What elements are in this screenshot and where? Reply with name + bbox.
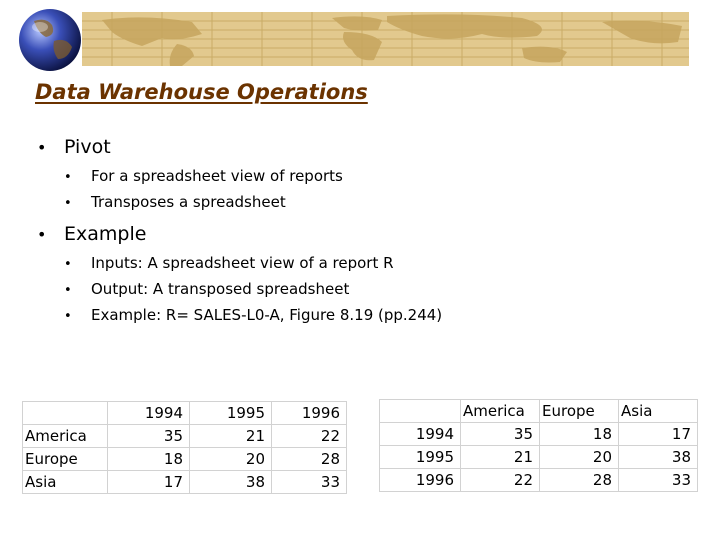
bullet-list: • Pivot • For a spreadsheet view of repo…: [37, 135, 687, 329]
page-title: Data Warehouse Operations: [35, 80, 368, 104]
table-row: Europe 18 20 28: [22, 447, 347, 471]
header-cell: 1994: [107, 401, 190, 425]
value-cell: 20: [189, 447, 272, 471]
header-cell: 1996: [271, 401, 347, 425]
value-cell: 21: [189, 424, 272, 448]
value-cell: 38: [618, 445, 698, 469]
sub-bullet: • Output: A transposed spreadsheet: [37, 277, 687, 303]
table-row: 1995 21 20 38: [379, 445, 698, 469]
value-cell: 38: [189, 470, 272, 494]
table-row: Asia 17 38 33: [22, 470, 347, 494]
value-cell: 22: [460, 468, 540, 492]
sub-bullet-text: Transposes a spreadsheet: [91, 193, 286, 211]
table-row: 1996 22 28 33: [379, 468, 698, 492]
transposed-spreadsheet-table: America Europe Asia 1994 35 18 17 1995 2…: [379, 399, 698, 492]
value-cell: 28: [539, 468, 619, 492]
globe-icon: [16, 7, 84, 73]
value-cell: 18: [539, 422, 619, 446]
bullet-text: Pivot: [64, 136, 111, 158]
world-map-banner: [82, 12, 689, 66]
value-cell: 21: [460, 445, 540, 469]
bullet-marker: •: [64, 309, 72, 324]
table-header-row: 1994 1995 1996: [22, 401, 347, 425]
row-label-cell: America: [22, 424, 108, 448]
bullet-pivot: • Pivot: [37, 135, 687, 160]
header-cell: [379, 399, 461, 423]
header-cell: Europe: [539, 399, 619, 423]
original-spreadsheet-table: 1994 1995 1996 America 35 21 22 Europe 1…: [22, 401, 347, 494]
bullet-marker: •: [64, 283, 72, 298]
row-label-cell: 1996: [379, 468, 461, 492]
sub-bullet-text: Output: A transposed spreadsheet: [91, 280, 350, 298]
sub-bullet-text: For a spreadsheet view of reports: [91, 167, 343, 185]
value-cell: 18: [107, 447, 190, 471]
table-row: 1994 35 18 17: [379, 422, 698, 446]
sub-bullet: • Example: R= SALES-L0-A, Figure 8.19 (p…: [37, 303, 687, 329]
value-cell: 35: [107, 424, 190, 448]
sub-bullet: • For a spreadsheet view of reports: [37, 164, 687, 190]
value-cell: 20: [539, 445, 619, 469]
row-label-cell: 1994: [379, 422, 461, 446]
value-cell: 33: [271, 470, 347, 494]
bullet-marker: •: [37, 225, 47, 244]
value-cell: 33: [618, 468, 698, 492]
table-row: America 35 21 22: [22, 424, 347, 448]
bullet-marker: •: [64, 257, 72, 272]
sub-bullet-text: Inputs: A spreadsheet view of a report R: [91, 254, 394, 272]
sub-bullet: • Transposes a spreadsheet: [37, 190, 687, 216]
header-cell: Asia: [618, 399, 698, 423]
header-cell: [22, 401, 108, 425]
sub-bullet: • Inputs: A spreadsheet view of a report…: [37, 251, 687, 277]
value-cell: 22: [271, 424, 347, 448]
sub-bullet-text: Example: R= SALES-L0-A, Figure 8.19 (pp.…: [91, 306, 443, 324]
bullet-text: Example: [64, 223, 147, 245]
header-cell: 1995: [189, 401, 272, 425]
row-label-cell: Europe: [22, 447, 108, 471]
bullet-marker: •: [64, 170, 72, 185]
header-cell: America: [460, 399, 540, 423]
bullet-marker: •: [64, 196, 72, 211]
row-label-cell: Asia: [22, 470, 108, 494]
table-header-row: America Europe Asia: [379, 399, 698, 423]
row-label-cell: 1995: [379, 445, 461, 469]
value-cell: 17: [107, 470, 190, 494]
value-cell: 17: [618, 422, 698, 446]
bullet-example: • Example: [37, 222, 687, 247]
bullet-marker: •: [37, 138, 47, 157]
value-cell: 28: [271, 447, 347, 471]
value-cell: 35: [460, 422, 540, 446]
